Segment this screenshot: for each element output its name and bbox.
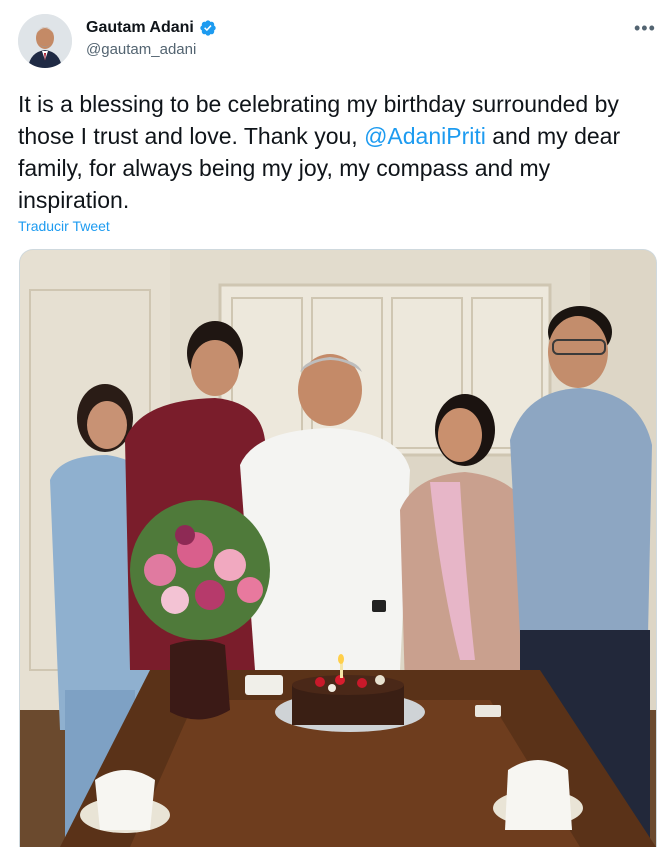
tweet-photo[interactable]: [19, 249, 657, 847]
more-options-icon[interactable]: •••: [634, 18, 656, 39]
photo-family-birthday: [20, 250, 656, 847]
translate-tweet-link[interactable]: Traducir Tweet: [18, 218, 110, 234]
avatar-image: [18, 14, 72, 68]
author-handle[interactable]: @gautam_adani: [86, 41, 217, 58]
tweet-text: It is a blessing to be celebrating my bi…: [18, 88, 658, 216]
avatar[interactable]: [18, 14, 72, 68]
verified-badge-icon: [200, 20, 216, 36]
mention-link[interactable]: @AdaniPriti: [364, 123, 486, 149]
author-name[interactable]: Gautam Adani: [86, 19, 194, 37]
